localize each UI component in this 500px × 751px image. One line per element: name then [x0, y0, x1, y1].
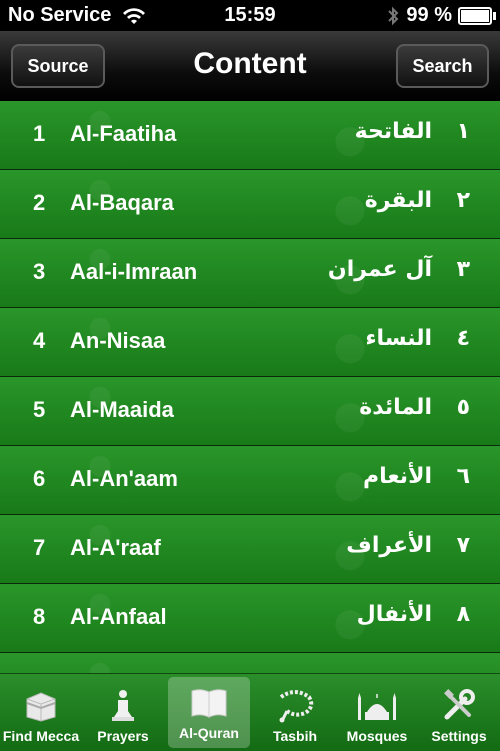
surah-arabic-name: الأعراف [346, 533, 432, 558]
tab-settings[interactable]: Settings [418, 674, 500, 751]
tab-label: Tasbih [272, 728, 318, 744]
mosque-icon [355, 688, 399, 724]
surah-name: Al-Baqara [70, 190, 174, 215]
list-item[interactable]: 5 Al-Maaida المائدة ٥ [0, 377, 500, 446]
tab-mosques[interactable]: Mosques [336, 674, 418, 751]
surah-number: 3 [33, 259, 46, 284]
surah-arabic-number: ١ [456, 119, 470, 144]
surah-arabic-name: آل عمران [327, 257, 432, 282]
list-item[interactable]: 7 Al-A'raaf الأعراف ٧ [0, 515, 500, 584]
surah-arabic-number: ٥ [456, 395, 470, 420]
surah-arabic-number: ٧ [456, 533, 470, 558]
surah-arabic-name: المائدة [359, 395, 432, 420]
surah-number: 7 [33, 535, 46, 560]
tab-label: Mosques [346, 728, 408, 744]
kaaba-icon [24, 688, 58, 724]
battery-icon [458, 6, 496, 25]
book-icon [190, 685, 228, 721]
surah-name: Aal-i-Imraan [70, 259, 198, 284]
surah-arabic-number: ٨ [456, 602, 470, 627]
list-item-partial[interactable] [0, 653, 500, 673]
list-item[interactable]: 6 Al-An'aam الأنعام ٦ [0, 446, 500, 515]
prayer-person-icon [108, 688, 138, 724]
tab-tasbih[interactable]: Tasbih [254, 674, 336, 751]
tab-bar: Find Mecca Prayers Al-Quran Tasbih Mosqu… [0, 673, 500, 751]
surah-arabic-name: الفاتحة [354, 119, 432, 144]
surah-number: 1 [33, 121, 46, 146]
surah-arabic-number: ٦ [456, 464, 470, 489]
surah-list[interactable]: 1 Al-Faatiha الفاتحة ١ 2 Al-Baqara البقر… [0, 101, 500, 673]
surah-number: 5 [33, 397, 46, 422]
tab-label: Al-Quran [179, 725, 239, 741]
list-item[interactable]: 2 Al-Baqara البقرة ٢ [0, 170, 500, 239]
surah-number: 2 [33, 190, 46, 215]
battery-text: 99 % [406, 4, 452, 26]
tab-al-quran[interactable]: Al-Quran [168, 677, 250, 748]
battery-fill [461, 9, 489, 22]
surah-arabic-number: ٢ [456, 188, 470, 213]
surah-number: 6 [33, 466, 46, 491]
surah-name: An-Nisaa [70, 328, 166, 353]
tab-prayers[interactable]: Prayers [82, 674, 164, 751]
search-button[interactable]: Search [396, 44, 489, 88]
surah-arabic-name: النساء [365, 326, 432, 351]
surah-arabic-number: ٣ [456, 257, 470, 282]
surah-arabic-name: الأنعام [363, 464, 432, 489]
surah-arabic-name: البقرة [364, 188, 432, 213]
tab-label: Settings [431, 728, 487, 744]
surah-name: Al-Faatiha [70, 121, 177, 146]
status-bar: No Service 15:59 99 % [0, 0, 500, 31]
tab-label: Prayers [97, 728, 149, 744]
surah-name: Al-Anfaal [70, 604, 167, 629]
status-right-group: 99 % [386, 4, 496, 27]
surah-arabic-name: الأنفال [356, 602, 432, 627]
tools-icon [441, 688, 477, 724]
tab-label: Find Mecca [2, 728, 80, 744]
surah-name: Al-An'aam [70, 466, 178, 491]
surah-name: Al-A'raaf [70, 535, 161, 560]
surah-arabic-number: ٤ [456, 326, 470, 351]
list-item[interactable]: 3 Aal-i-Imraan آل عمران ٣ [0, 239, 500, 308]
list-item[interactable]: 8 Al-Anfaal الأنفال ٨ [0, 584, 500, 653]
navigation-bar: Source Content Search [0, 31, 500, 102]
list-item[interactable]: 4 An-Nisaa النساء ٤ [0, 308, 500, 377]
surah-name: Al-Maaida [70, 397, 174, 422]
prayer-beads-icon [275, 688, 315, 724]
surah-number: 4 [33, 328, 46, 353]
tab-find-mecca[interactable]: Find Mecca [0, 674, 82, 751]
list-item[interactable]: 1 Al-Faatiha الفاتحة ١ [0, 101, 500, 170]
bluetooth-icon [388, 6, 399, 25]
surah-number: 8 [33, 604, 46, 629]
